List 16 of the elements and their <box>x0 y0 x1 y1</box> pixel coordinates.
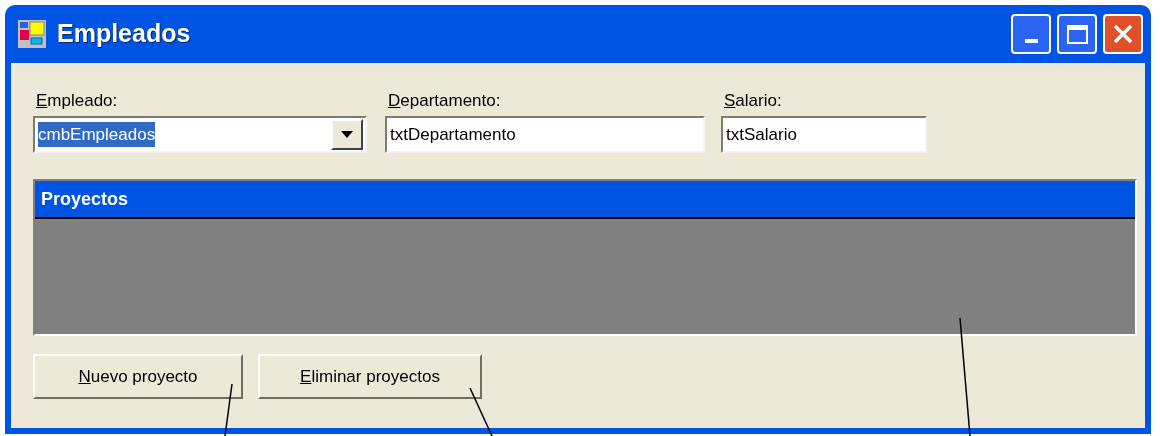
grid-caption: Proyectos <box>35 181 1135 219</box>
minimize-button[interactable] <box>1011 14 1051 54</box>
close-button[interactable] <box>1103 14 1143 54</box>
field-label: Salario: <box>723 90 783 112</box>
maximize-button[interactable] <box>1057 14 1097 54</box>
field-label: Departamento: <box>387 90 502 112</box>
window-title: Empleados <box>57 18 192 50</box>
input-field[interactable]: txtDepartamento <box>385 116 705 153</box>
action-button[interactable]: Nuevo proyecto <box>33 354 243 399</box>
employee-dropdown[interactable]: cmbEmpleados <box>33 116 367 153</box>
app-icon <box>17 19 47 49</box>
input-field[interactable]: txtSalario <box>721 116 927 153</box>
action-button[interactable]: Eliminar proyectos <box>258 354 482 399</box>
leader-line <box>469 387 493 436</box>
leader-line <box>224 383 233 436</box>
field-label: Empleado: <box>35 90 119 112</box>
